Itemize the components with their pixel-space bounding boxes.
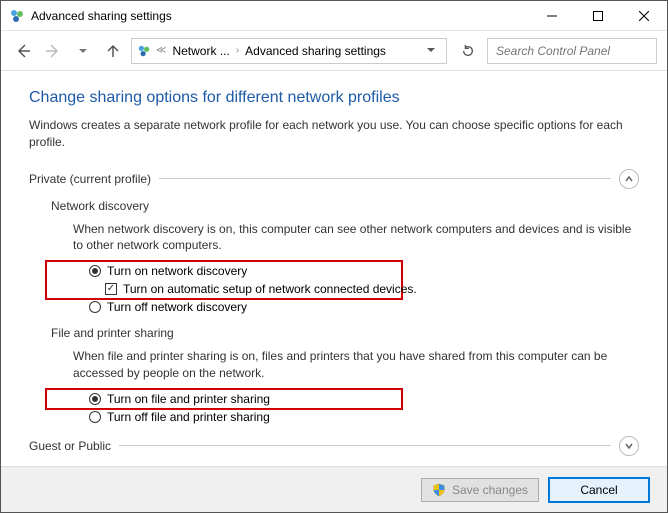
file-printer-description: When file and printer sharing is on, fil… <box>51 348 639 382</box>
window-controls <box>529 1 667 30</box>
radio-label: Turn off network discovery <box>107 300 247 314</box>
divider <box>119 445 611 446</box>
shield-icon <box>432 483 446 497</box>
chevron-left-icon[interactable]: ≪ <box>154 45 168 56</box>
breadcrumb-icon <box>136 43 152 59</box>
minimize-button[interactable] <box>529 1 575 30</box>
profile-private-section: Private (current profile) Network discov… <box>29 169 639 424</box>
radio-network-discovery-off[interactable]: Turn off network discovery <box>89 300 639 314</box>
button-label: Save changes <box>452 483 528 497</box>
profile-private-label: Private (current profile) <box>29 172 151 186</box>
profile-guest-header[interactable]: Guest or Public <box>29 436 639 456</box>
up-button[interactable] <box>101 39 125 63</box>
radio-file-printer-on[interactable]: Turn on file and printer sharing <box>89 392 639 406</box>
checkbox-icon <box>105 283 117 295</box>
breadcrumb-dropdown-icon[interactable] <box>420 44 442 58</box>
breadcrumb-item-current[interactable]: Advanced sharing settings <box>243 44 388 58</box>
recent-locations-button[interactable] <box>71 39 95 63</box>
page-heading: Change sharing options for different net… <box>29 89 639 107</box>
navbar: ≪ Network ... › Advanced sharing setting… <box>1 31 667 71</box>
close-button[interactable] <box>621 1 667 30</box>
save-changes-button[interactable]: Save changes <box>421 478 539 502</box>
window-title: Advanced sharing settings <box>31 9 529 23</box>
network-discovery-section: Network discovery When network discovery… <box>29 199 639 315</box>
search-input[interactable] <box>494 43 650 59</box>
checkbox-label: Turn on automatic setup of network conne… <box>123 282 417 296</box>
radio-icon <box>89 301 101 313</box>
radio-icon <box>89 411 101 423</box>
file-printer-title: File and printer sharing <box>51 326 639 340</box>
file-printer-section: File and printer sharing When file and p… <box>29 326 639 424</box>
radio-file-printer-off[interactable]: Turn off file and printer sharing <box>89 410 639 424</box>
radio-icon <box>89 393 101 405</box>
radio-label: Turn on network discovery <box>107 264 247 278</box>
titlebar: Advanced sharing settings <box>1 1 667 31</box>
breadcrumb-item-network[interactable]: Network ... <box>170 44 231 58</box>
refresh-button[interactable] <box>453 38 481 64</box>
breadcrumb[interactable]: ≪ Network ... › Advanced sharing setting… <box>131 38 447 64</box>
checkbox-auto-setup[interactable]: Turn on automatic setup of network conne… <box>89 282 639 296</box>
expand-button[interactable] <box>619 436 639 456</box>
content-area: Change sharing options for different net… <box>1 71 667 466</box>
maximize-button[interactable] <box>575 1 621 30</box>
profile-guest-section: Guest or Public <box>29 436 639 456</box>
button-label: Cancel <box>580 483 617 497</box>
page-description: Windows creates a separate network profi… <box>29 117 639 151</box>
divider <box>159 178 611 179</box>
chevron-right-icon: › <box>234 45 241 56</box>
network-discovery-title: Network discovery <box>51 199 639 213</box>
profile-private-header[interactable]: Private (current profile) <box>29 169 639 189</box>
forward-button[interactable] <box>41 39 65 63</box>
cancel-button[interactable]: Cancel <box>549 478 649 502</box>
search-box[interactable] <box>487 38 657 64</box>
back-button[interactable] <box>11 39 35 63</box>
radio-network-discovery-on[interactable]: Turn on network discovery <box>89 264 639 278</box>
profile-guest-label: Guest or Public <box>29 439 111 453</box>
radio-label: Turn on file and printer sharing <box>107 392 270 406</box>
radio-icon <box>89 265 101 277</box>
collapse-button[interactable] <box>619 169 639 189</box>
footer: Save changes Cancel <box>1 466 667 512</box>
app-icon <box>9 8 25 24</box>
radio-label: Turn off file and printer sharing <box>107 410 270 424</box>
network-discovery-description: When network discovery is on, this compu… <box>51 221 639 255</box>
